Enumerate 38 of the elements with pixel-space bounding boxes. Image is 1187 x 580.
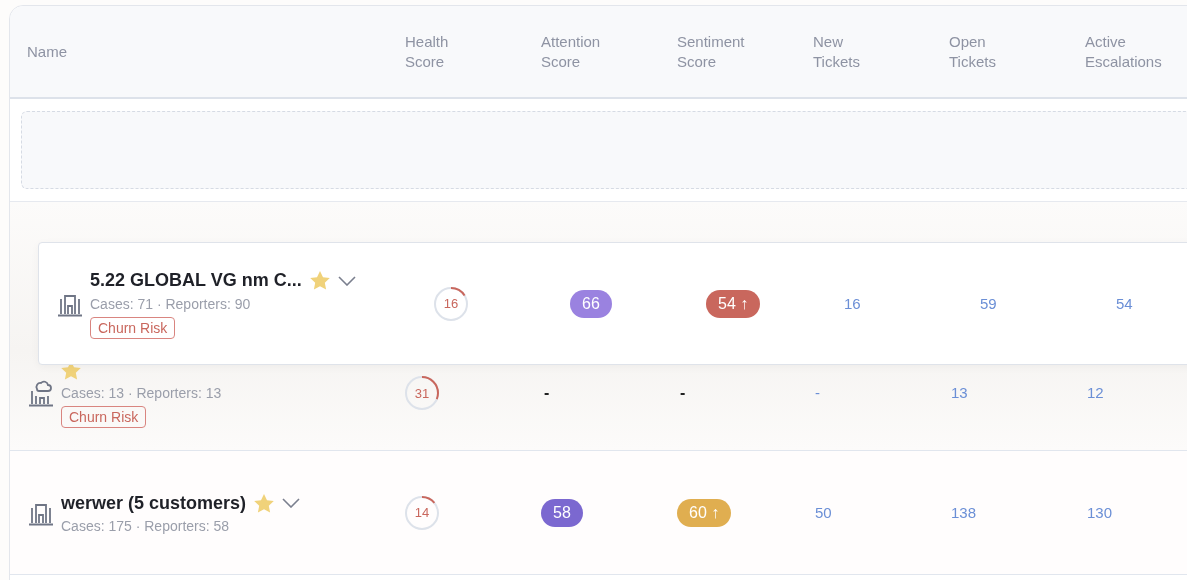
star-icon[interactable]: [254, 493, 275, 513]
cloud-building-icon: [27, 379, 55, 407]
chevron-down-icon[interactable]: [337, 275, 356, 286]
sentiment-score-badge: 54 ↑: [706, 289, 761, 318]
column-header[interactable]: New Tickets: [813, 31, 873, 72]
attention-score-badge: 58: [541, 498, 583, 527]
active-escalations-link[interactable]: 12: [1085, 384, 1104, 401]
churn-risk-tag: Churn Risk: [61, 406, 147, 428]
case-counts: Cases: 13 · Reporters: 13: [61, 385, 222, 401]
chevron-down-icon[interactable]: [282, 498, 301, 508]
churn-risk-tag: Churn Risk: [90, 316, 176, 339]
customer-name[interactable]: werwer (5 customers): [61, 492, 247, 514]
new-tickets-link[interactable]: 16: [842, 294, 861, 312]
health-score-ring: 31: [405, 376, 439, 410]
attention-score-badge: 66: [570, 289, 612, 318]
column-header[interactable]: Attention Score: [541, 31, 601, 72]
sentiment-score-value: -: [679, 384, 686, 401]
case-counts: Cases: 71 · Reporters: 90: [90, 295, 252, 312]
star-icon[interactable]: [309, 271, 330, 290]
new-tickets-link[interactable]: -: [813, 384, 820, 401]
case-counts: Cases: 175 · Reporters: 58: [61, 518, 231, 534]
open-tickets-link[interactable]: 59: [978, 294, 997, 312]
attention-score-value: -: [543, 384, 550, 401]
customer-name[interactable]: 5.22 GLOBAL VG nm C...: [90, 270, 302, 291]
health-score-ring: 14: [405, 495, 439, 530]
open-tickets-link[interactable]: 138: [949, 503, 977, 521]
new-tickets-link[interactable]: 50: [813, 503, 832, 521]
health-score-ring: 16: [434, 286, 468, 321]
column-header[interactable]: Active Escalations: [1085, 31, 1162, 72]
column-header[interactable]: Open Tickets: [949, 31, 1009, 72]
sentiment-score-badge: 60 ↑: [677, 498, 732, 527]
active-escalations-link[interactable]: 130: [1085, 503, 1113, 521]
dragged-row-card[interactable]: 5.22 GLOBAL VG nm C... Cases: 71 · Reporters: 90 Churn Risk 16 66 54 ↑ 16 59 54: [38, 242, 1187, 365]
column-header[interactable]: Sentiment Score: [677, 31, 745, 72]
open-tickets-link[interactable]: 13: [949, 384, 968, 401]
active-escalations-link[interactable]: 54: [1114, 294, 1133, 312]
column-header[interactable]: Name: [27, 41, 87, 62]
column-header[interactable]: Health Score: [405, 31, 465, 72]
